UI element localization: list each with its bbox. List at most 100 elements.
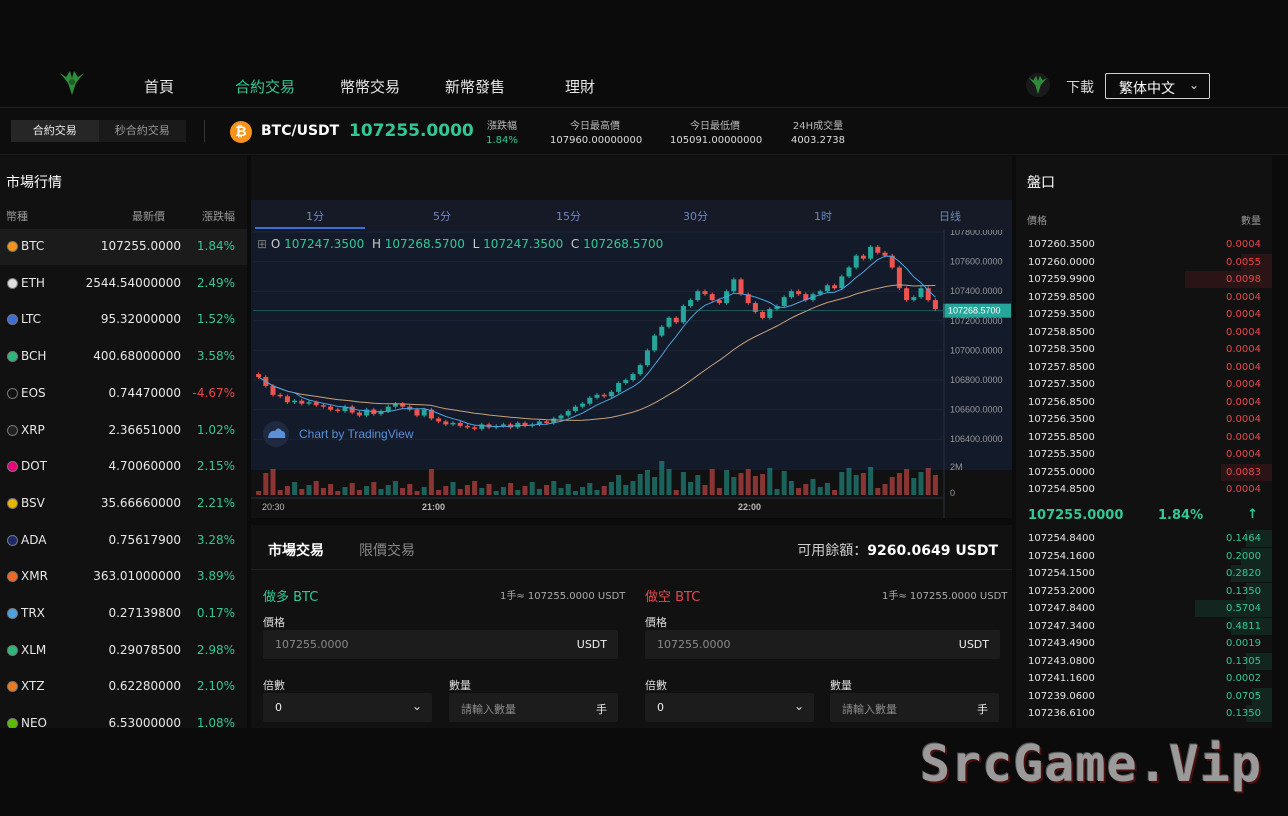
bid-row[interactable]: 107243.0800 0.1305 [1016,652,1272,670]
market-row-xrp[interactable]: XRP 2.36651000 1.02% [0,413,247,449]
market-row-trx[interactable]: TRX 0.27139800 0.17% [0,596,247,632]
short-multiplier-select[interactable]: 0 ⌄ [645,693,814,722]
volume-bar [608,482,614,495]
ask-price: 107257.3500 [1028,379,1095,390]
market-row-neo[interactable]: NEO 6.53000000 1.08% [0,706,247,728]
market-row-ltc[interactable]: LTC 95.32000000 1.52% [0,302,247,338]
market-row-btc[interactable]: BTC 107255.0000 1.84% [0,229,247,265]
bid-row[interactable]: 107247.8400 0.5704 [1016,600,1272,617]
mode-second-contract[interactable]: 秒合約交易 [99,120,187,142]
volume-bar [428,469,434,495]
candle-body [709,294,715,301]
ask-row[interactable]: 107255.0000 0.0083 [1016,463,1272,481]
mode-contract[interactable]: 合約交易 [11,120,99,142]
market-row-eth[interactable]: ETH 2544.54000000 2.49% [0,266,247,302]
volume-bar [839,472,845,495]
download-app-icon[interactable] [1025,72,1051,98]
volume-bar [788,481,794,495]
ask-row[interactable]: 107257.8500 0.0004 [1016,359,1272,376]
ask-row[interactable]: 107254.8500 0.0004 [1016,481,1272,498]
tab-limit-trade[interactable]: 限價交易 [359,540,415,560]
volume-bar [781,471,787,495]
bid-row[interactable]: 107254.1500 0.2820 [1016,565,1272,582]
ask-qty: 0.0004 [1226,484,1261,495]
ask-row[interactable]: 107257.3500 0.0004 [1016,376,1272,393]
candle-body [659,326,665,336]
bid-row[interactable]: 107239.0600 0.0705 [1016,687,1272,705]
candlestick-chart[interactable]: 107800.0000107600.0000107400.0000107200.… [251,230,1012,518]
volume-bar [400,488,406,495]
nav-finance[interactable]: 理財 [565,76,595,97]
volume-bar [853,475,859,495]
ask-row[interactable]: 107255.3500 0.0004 [1016,446,1272,463]
tf-15m[interactable]: 15分 [556,208,581,224]
short-qty-input[interactable]: 請輸入數量 手 [830,693,999,722]
chart-panel: 1分 5分 15分 30分 1时 日线 107800.0000 107600.00… [251,156,1012,518]
bid-row[interactable]: 107254.8400 0.1464 [1016,530,1272,547]
tab-market-trade[interactable]: 市場交易 [268,540,324,560]
bid-row[interactable]: 107254.1600 0.2000 [1016,547,1272,565]
phoenix-logo[interactable] [58,69,86,97]
volume-bar [637,474,643,495]
ask-row[interactable]: 107256.8500 0.0004 [1016,394,1272,411]
market-row-xlm[interactable]: XLM 0.29078500 2.98% [0,633,247,669]
ask-row[interactable]: 107256.3500 0.0004 [1016,411,1272,428]
candle-body [616,382,622,392]
ask-row[interactable]: 107259.8500 0.0004 [1016,289,1272,306]
volume-bar [889,477,895,495]
pair-name[interactable]: BTC/USDT [261,123,339,139]
tf-5m[interactable]: 5分 [433,208,451,224]
market-row-bsv[interactable]: BSV 35.66660000 2.21% [0,486,247,522]
qty-unit: 手 [596,703,607,716]
long-price-input[interactable]: 107255.0000 USDT [263,630,618,659]
bid-price: 107243.4900 [1028,638,1095,649]
candle-body [436,418,442,422]
coin-last-price: 6.53000000 [108,716,181,728]
tf-1m[interactable]: 1分 [306,208,324,224]
coin-symbol: ETH [21,275,45,290]
ask-row[interactable]: 107258.8500 0.0004 [1016,324,1272,341]
bid-row[interactable]: 107236.6100 0.1350 [1016,705,1272,722]
bid-qty: 0.2000 [1226,550,1261,562]
market-row-bch[interactable]: BCH 400.68000000 3.58% [0,339,247,375]
tf-30m[interactable]: 30分 [683,208,708,224]
nav-new-listing[interactable]: 新幣發售 [445,76,505,97]
volume-bar [306,485,312,495]
market-row-eos[interactable]: EOS 0.74470000 -4.67% [0,376,247,412]
coin-symbol: BCH [21,349,47,364]
ask-row[interactable]: 107260.0000 0.0055 [1016,253,1272,271]
nav-contract-trading[interactable]: 合約交易 [235,76,295,97]
nav-home[interactable]: 首頁 [144,76,174,97]
legend-toggle-icon[interactable]: ⊞ [257,237,267,251]
long-qty-label: 數量 [449,679,471,692]
market-row-xtz[interactable]: XTZ 0.62280000 2.10% [0,669,247,705]
candle-body [644,350,650,366]
ask-qty: 0.0004 [1226,239,1261,250]
tf-1h[interactable]: 1时 [814,208,832,224]
bid-row[interactable]: 107247.3400 0.4811 [1016,617,1272,635]
tf-1d[interactable]: 日线 [939,208,961,224]
bid-row[interactable]: 107253.2000 0.1350 [1016,582,1272,600]
short-price-input[interactable]: 107255.0000 USDT [645,630,1000,659]
volume-bar [904,469,910,495]
market-row-ada[interactable]: ADA 0.75617900 3.28% [0,523,247,559]
volume-bar [436,490,442,495]
market-row-dot[interactable]: DOT 4.70060000 2.15% [0,449,247,485]
ask-row[interactable]: 107255.8500 0.0004 [1016,429,1272,446]
trading-mode-switch: 合約交易 秒合約交易 [11,120,186,142]
long-multiplier-select[interactable]: 0 ⌄ [263,693,432,722]
market-row-xmr[interactable]: XMR 363.01000000 3.89% [0,559,247,595]
volume-bar [752,476,758,495]
nav-spot-trading[interactable]: 幣幣交易 [340,76,400,97]
ask-row[interactable]: 107258.3500 0.0004 [1016,341,1272,358]
ask-row[interactable]: 107260.3500 0.0004 [1016,236,1272,253]
download-link[interactable]: 下載 [1066,77,1094,97]
volume-bar [702,485,708,495]
bid-row[interactable]: 107243.4900 0.0019 [1016,635,1272,652]
ask-row[interactable]: 107259.9900 0.0098 [1016,271,1272,288]
bid-row[interactable]: 107241.1600 0.0002 [1016,670,1272,687]
coin-change: 3.89% [196,569,235,584]
long-qty-input[interactable]: 請輸入數量 手 [449,693,618,722]
ask-row[interactable]: 107259.3500 0.0004 [1016,306,1272,323]
language-select[interactable]: 繁体中文 ⌄ [1105,73,1210,99]
